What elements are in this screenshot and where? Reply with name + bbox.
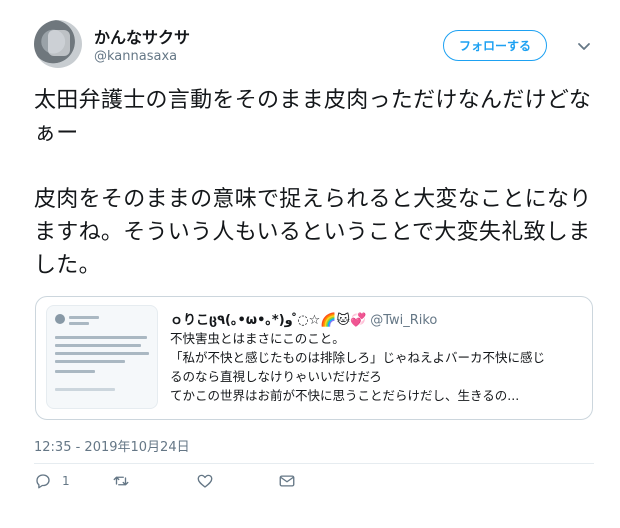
reply-icon xyxy=(36,474,50,489)
retweet-button[interactable] xyxy=(112,470,130,492)
tweet-header: かんなサクサ @kannasaxa フォローする xyxy=(34,18,604,74)
quoted-tweet-thumbnail xyxy=(46,305,158,409)
follow-button[interactable]: フォローする xyxy=(443,30,547,61)
tweet-actions: 1 xyxy=(34,470,434,492)
retweet-icon xyxy=(113,476,129,486)
avatar[interactable] xyxy=(34,20,82,68)
heart-icon xyxy=(197,474,213,488)
tweet-text: 太田弁護士の言動をそのまま皮肉っただけなんだけどなぁー 皮肉をそのままの意味で捉… xyxy=(34,88,592,278)
chevron-down-icon[interactable] xyxy=(576,38,592,54)
quoted-tweet-text: 不快害虫とはまさにこのこと。 「私が不快と感じたものは排除しろ」じゃねえよバーカ… xyxy=(170,329,586,405)
quoted-display-name: ｏりこც٩(｡•ω•｡*)و ◌̊☆🌈🐱💞 xyxy=(170,313,367,328)
quoted-line: 「私が不快と感じたものは排除しろ」じゃねえよバーカ不快に感じ xyxy=(170,350,546,365)
quoted-line: てかこの世界はお前が不快に思うことだらけだし、生きるの... xyxy=(170,388,520,403)
user-display-name[interactable]: かんなサクサ xyxy=(94,24,190,48)
reply-count: 1 xyxy=(62,474,70,488)
quoted-line: るのなら直視しなけりゃいいだけだろ xyxy=(170,369,382,384)
reply-button[interactable]: 1 xyxy=(34,470,70,492)
like-button[interactable] xyxy=(196,470,214,492)
envelope-icon xyxy=(279,475,295,487)
user-handle[interactable]: @kannasaxa xyxy=(94,49,177,64)
quoted-line: 不快害虫とはまさにこのこと。 xyxy=(170,331,345,346)
quoted-handle: @Twi_Riko xyxy=(370,313,438,328)
divider xyxy=(34,463,594,464)
quoted-tweet-author: ｏりこც٩(｡•ω•｡*)و ◌̊☆🌈🐱💞 @Twi_Riko xyxy=(170,309,437,328)
tweet-timestamp[interactable]: 12:35 - 2019年10月24日 xyxy=(34,436,190,455)
quoted-tweet-card[interactable]: ｏりこც٩(｡•ω•｡*)و ◌̊☆🌈🐱💞 @Twi_Riko 不快害虫とはまさに… xyxy=(35,296,593,420)
dm-button[interactable] xyxy=(278,470,296,492)
